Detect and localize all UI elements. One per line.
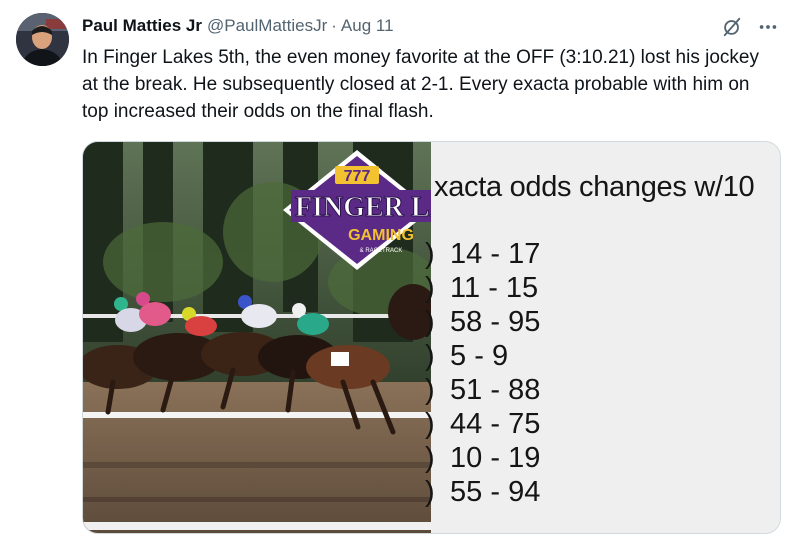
odds-row: ) 51 - 88 <box>425 373 541 407</box>
odds-row: ) 11 - 15 <box>425 271 540 305</box>
odds-row-prefix: ) <box>425 374 435 406</box>
logo-sub-text: GAMING <box>348 227 414 244</box>
odds-row-prefix: ) <box>425 306 435 338</box>
odds-row: ) 58 - 95 <box>425 305 541 339</box>
author-display-name[interactable]: Paul Matties Jr <box>82 16 202 36</box>
odds-row-value: 55 - 94 <box>442 476 541 508</box>
odds-row: ) 44 - 75 <box>425 407 541 441</box>
tweet-header: Paul Matties Jr @PaulMattiesJr · Aug 11 <box>82 16 394 36</box>
avatar-photo <box>16 13 69 66</box>
header-separator: · <box>331 16 337 35</box>
tweet-media[interactable]: 777 FINGER LAK GAMING & RACETRACK xacta … <box>82 141 781 534</box>
odds-row-prefix: ) <box>425 238 435 270</box>
logo-small-text: & RACETRACK <box>360 248 403 254</box>
odds-row-value: 58 - 95 <box>442 306 541 338</box>
odds-row-prefix: ) <box>425 340 435 372</box>
odds-row-value: 51 - 88 <box>442 374 541 406</box>
race-video-frame: 777 FINGER LAK GAMING & RACETRACK <box>83 142 431 533</box>
author-handle[interactable]: @PaulMattiesJr <box>207 16 327 36</box>
odds-row-value: 44 - 75 <box>442 408 541 440</box>
logo-top-text: 777 <box>344 168 371 185</box>
odds-row-value: 5 - 9 <box>442 340 509 372</box>
avatar[interactable] <box>16 13 69 66</box>
more-icon[interactable] <box>757 16 779 38</box>
tweet-actions <box>721 16 779 38</box>
grok-icon[interactable] <box>721 16 743 38</box>
odds-row-value: 14 - 17 <box>442 238 541 270</box>
odds-row: ) 5 - 9 <box>425 339 540 373</box>
odds-row-value: 10 - 19 <box>442 442 541 474</box>
tweet-date[interactable]: Aug 11 <box>341 16 394 36</box>
odds-row-prefix: ) <box>425 272 435 304</box>
odds-row-prefix: ) <box>425 476 435 508</box>
odds-row: ) 10 - 19 <box>425 441 541 475</box>
tweet-text: In Finger Lakes 5th, the even money favo… <box>82 47 765 122</box>
logo-main-text: FINGER LAK <box>295 192 431 223</box>
odds-row-value: 11 - 15 <box>442 272 539 304</box>
odds-row: ) 55 - 94 <box>425 475 541 509</box>
odds-list: ) 14 - 17 ) 11 - 15 ) 58 - 95 ) 5 - 9 ) … <box>425 237 541 509</box>
odds-panel: xacta odds changes w/10 ) 14 - 17 ) 11 -… <box>425 142 780 533</box>
odds-row-prefix: ) <box>425 408 435 440</box>
odds-row-prefix: ) <box>425 442 435 474</box>
odds-heading: xacta odds changes w/10 <box>434 171 755 203</box>
odds-row: ) 14 - 17 <box>425 237 541 271</box>
